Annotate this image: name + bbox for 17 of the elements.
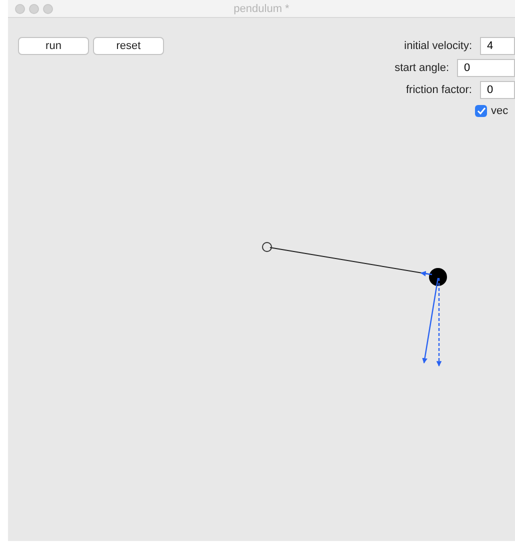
close-button[interactable] [15,4,25,14]
number-field[interactable]: 0 [480,81,515,99]
number-field[interactable]: 0 [457,59,515,77]
pivot-point [262,242,272,252]
action-button[interactable]: reset [93,37,164,55]
action-button[interactable]: run [18,37,89,55]
window-title: pendulum * [232,2,290,17]
tension-vector-arrow [420,270,432,276]
field-label: friction factor: [406,82,472,98]
pendulum-bob[interactable] [429,268,447,286]
field-label: start angle: [394,60,449,76]
minimize-button[interactable] [29,4,39,14]
zoom-button[interactable] [43,4,53,14]
checkbox[interactable] [475,105,487,118]
number-field[interactable]: 4 [480,37,515,55]
field-label: initial velocity: [404,38,472,54]
checkbox-label: vec [491,104,508,119]
